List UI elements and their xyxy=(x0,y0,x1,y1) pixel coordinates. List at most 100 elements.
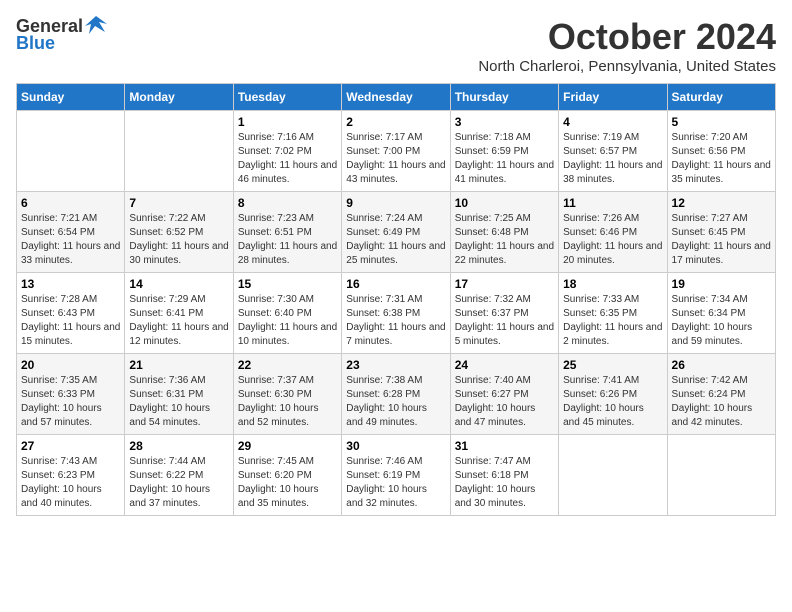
day-number: 31 xyxy=(455,439,554,453)
calendar-cell: 1 Sunrise: 7:16 AMSunset: 7:02 PMDaylight… xyxy=(233,111,341,192)
calendar-cell: 12Sunrise: 7:27 AMSunset: 6:45 PMDayligh… xyxy=(667,192,775,273)
day-number: 28 xyxy=(129,439,228,453)
day-number: 2 xyxy=(346,115,445,129)
day-number: 6 xyxy=(21,196,120,210)
day-number: 7 xyxy=(129,196,228,210)
day-number: 4 xyxy=(563,115,662,129)
day-info: Sunrise: 7:23 AMSunset: 6:51 PMDaylight:… xyxy=(238,212,337,268)
day-info: Sunrise: 7:16 AMSunset: 7:02 PMDaylight:… xyxy=(238,131,337,187)
calendar-table: SundayMondayTuesdayWednesdayThursdayFrid… xyxy=(16,83,776,516)
day-number: 19 xyxy=(672,277,771,291)
day-number: 22 xyxy=(238,358,337,372)
calendar-cell: 17 Sunrise: 7:32 AMSunset: 6:37 PMDayligh… xyxy=(450,273,558,354)
day-info: Sunrise: 7:22 AMSunset: 6:52 PMDaylight:… xyxy=(129,212,228,268)
month-title: October 2024 xyxy=(478,16,776,58)
day-number: 21 xyxy=(129,358,228,372)
calendar-cell: 22 Sunrise: 7:37 AMSunset: 6:30 PMDayligh… xyxy=(233,354,341,435)
calendar-body: 1 Sunrise: 7:16 AMSunset: 7:02 PMDaylight… xyxy=(17,111,776,516)
calendar-cell: 5Sunrise: 7:20 AMSunset: 6:56 PMDaylight… xyxy=(667,111,775,192)
day-number: 26 xyxy=(672,358,771,372)
calendar-cell: 11 Sunrise: 7:26 AMSunset: 6:46 PMDayligh… xyxy=(559,192,667,273)
calendar-cell: 3 Sunrise: 7:18 AMSunset: 6:59 PMDaylight… xyxy=(450,111,558,192)
day-info: Sunrise: 7:24 AMSunset: 6:49 PMDaylight:… xyxy=(346,212,445,268)
day-number: 8 xyxy=(238,196,337,210)
day-number: 27 xyxy=(21,439,120,453)
header-day-thursday: Thursday xyxy=(450,84,558,111)
day-info: Sunrise: 7:33 AMSunset: 6:35 PMDaylight:… xyxy=(563,293,662,349)
header-row: SundayMondayTuesdayWednesdayThursdayFrid… xyxy=(17,84,776,111)
calendar-cell xyxy=(559,435,667,516)
day-number: 17 xyxy=(455,277,554,291)
calendar-cell: 24 Sunrise: 7:40 AMSunset: 6:27 PMDayligh… xyxy=(450,354,558,435)
calendar-cell xyxy=(17,111,125,192)
day-info: Sunrise: 7:40 AMSunset: 6:27 PMDaylight:… xyxy=(455,374,554,430)
calendar-cell xyxy=(125,111,233,192)
calendar-cell: 6 Sunrise: 7:21 AMSunset: 6:54 PMDaylight… xyxy=(17,192,125,273)
day-number: 11 xyxy=(563,196,662,210)
day-info: Sunrise: 7:17 AMSunset: 7:00 PMDaylight:… xyxy=(346,131,445,187)
calendar-cell: 28 Sunrise: 7:44 AMSunset: 6:22 PMDayligh… xyxy=(125,435,233,516)
calendar-cell: 9Sunrise: 7:24 AMSunset: 6:49 PMDaylight… xyxy=(342,192,450,273)
day-info: Sunrise: 7:29 AMSunset: 6:41 PMDaylight:… xyxy=(129,293,228,349)
calendar-cell: 20 Sunrise: 7:35 AMSunset: 6:33 PMDayligh… xyxy=(17,354,125,435)
week-row-2: 6 Sunrise: 7:21 AMSunset: 6:54 PMDaylight… xyxy=(17,192,776,273)
day-info: Sunrise: 7:25 AMSunset: 6:48 PMDaylight:… xyxy=(455,212,554,268)
calendar-cell: 26Sunrise: 7:42 AMSunset: 6:24 PMDayligh… xyxy=(667,354,775,435)
page-header: General Blue October 2024 North Charlero… xyxy=(16,16,776,75)
day-info: Sunrise: 7:43 AMSunset: 6:23 PMDaylight:… xyxy=(21,455,120,511)
day-info: Sunrise: 7:34 AMSunset: 6:34 PMDaylight:… xyxy=(672,293,771,349)
day-number: 10 xyxy=(455,196,554,210)
header-day-monday: Monday xyxy=(125,84,233,111)
day-info: Sunrise: 7:32 AMSunset: 6:37 PMDaylight:… xyxy=(455,293,554,349)
logo-bird-icon xyxy=(85,14,107,36)
day-info: Sunrise: 7:44 AMSunset: 6:22 PMDaylight:… xyxy=(129,455,228,511)
day-info: Sunrise: 7:37 AMSunset: 6:30 PMDaylight:… xyxy=(238,374,337,430)
title-area: October 2024 North Charleroi, Pennsylvan… xyxy=(478,16,776,75)
week-row-3: 13 Sunrise: 7:28 AMSunset: 6:43 PMDayligh… xyxy=(17,273,776,354)
day-number: 15 xyxy=(238,277,337,291)
day-number: 20 xyxy=(21,358,120,372)
week-row-1: 1 Sunrise: 7:16 AMSunset: 7:02 PMDaylight… xyxy=(17,111,776,192)
day-number: 29 xyxy=(238,439,337,453)
day-info: Sunrise: 7:26 AMSunset: 6:46 PMDaylight:… xyxy=(563,212,662,268)
day-info: Sunrise: 7:35 AMSunset: 6:33 PMDaylight:… xyxy=(21,374,120,430)
day-number: 12 xyxy=(672,196,771,210)
calendar-cell: 2 Sunrise: 7:17 AMSunset: 7:00 PMDaylight… xyxy=(342,111,450,192)
day-number: 14 xyxy=(129,277,228,291)
calendar-cell: 16 Sunrise: 7:31 AMSunset: 6:38 PMDayligh… xyxy=(342,273,450,354)
calendar-cell: 10 Sunrise: 7:25 AMSunset: 6:48 PMDayligh… xyxy=(450,192,558,273)
calendar-cell xyxy=(667,435,775,516)
calendar-cell: 27 Sunrise: 7:43 AMSunset: 6:23 PMDayligh… xyxy=(17,435,125,516)
calendar-cell: 30Sunrise: 7:46 AMSunset: 6:19 PMDayligh… xyxy=(342,435,450,516)
calendar-cell: 18Sunrise: 7:33 AMSunset: 6:35 PMDayligh… xyxy=(559,273,667,354)
day-info: Sunrise: 7:21 AMSunset: 6:54 PMDaylight:… xyxy=(21,212,120,268)
calendar-cell: 25Sunrise: 7:41 AMSunset: 6:26 PMDayligh… xyxy=(559,354,667,435)
day-info: Sunrise: 7:30 AMSunset: 6:40 PMDaylight:… xyxy=(238,293,337,349)
day-info: Sunrise: 7:28 AMSunset: 6:43 PMDaylight:… xyxy=(21,293,120,349)
day-number: 25 xyxy=(563,358,662,372)
logo-blue-text: Blue xyxy=(16,33,55,54)
location-title: North Charleroi, Pennsylvania, United St… xyxy=(478,58,776,75)
day-number: 16 xyxy=(346,277,445,291)
day-number: 1 xyxy=(238,115,337,129)
header-day-sunday: Sunday xyxy=(17,84,125,111)
calendar-cell: 14 Sunrise: 7:29 AMSunset: 6:41 PMDayligh… xyxy=(125,273,233,354)
calendar-cell: 15 Sunrise: 7:30 AMSunset: 6:40 PMDayligh… xyxy=(233,273,341,354)
day-info: Sunrise: 7:19 AMSunset: 6:57 PMDaylight:… xyxy=(563,131,662,187)
day-info: Sunrise: 7:36 AMSunset: 6:31 PMDaylight:… xyxy=(129,374,228,430)
calendar-cell: 7 Sunrise: 7:22 AMSunset: 6:52 PMDaylight… xyxy=(125,192,233,273)
day-info: Sunrise: 7:18 AMSunset: 6:59 PMDaylight:… xyxy=(455,131,554,187)
header-day-friday: Friday xyxy=(559,84,667,111)
day-number: 30 xyxy=(346,439,445,453)
header-day-wednesday: Wednesday xyxy=(342,84,450,111)
day-number: 24 xyxy=(455,358,554,372)
day-info: Sunrise: 7:31 AMSunset: 6:38 PMDaylight:… xyxy=(346,293,445,349)
day-number: 23 xyxy=(346,358,445,372)
day-number: 3 xyxy=(455,115,554,129)
calendar-cell: 4 Sunrise: 7:19 AMSunset: 6:57 PMDaylight… xyxy=(559,111,667,192)
day-number: 13 xyxy=(21,277,120,291)
calendar-cell: 8 Sunrise: 7:23 AMSunset: 6:51 PMDaylight… xyxy=(233,192,341,273)
day-info: Sunrise: 7:38 AMSunset: 6:28 PMDaylight:… xyxy=(346,374,445,430)
calendar-cell: 29Sunrise: 7:45 AMSunset: 6:20 PMDayligh… xyxy=(233,435,341,516)
calendar-cell: 19 Sunrise: 7:34 AMSunset: 6:34 PMDayligh… xyxy=(667,273,775,354)
